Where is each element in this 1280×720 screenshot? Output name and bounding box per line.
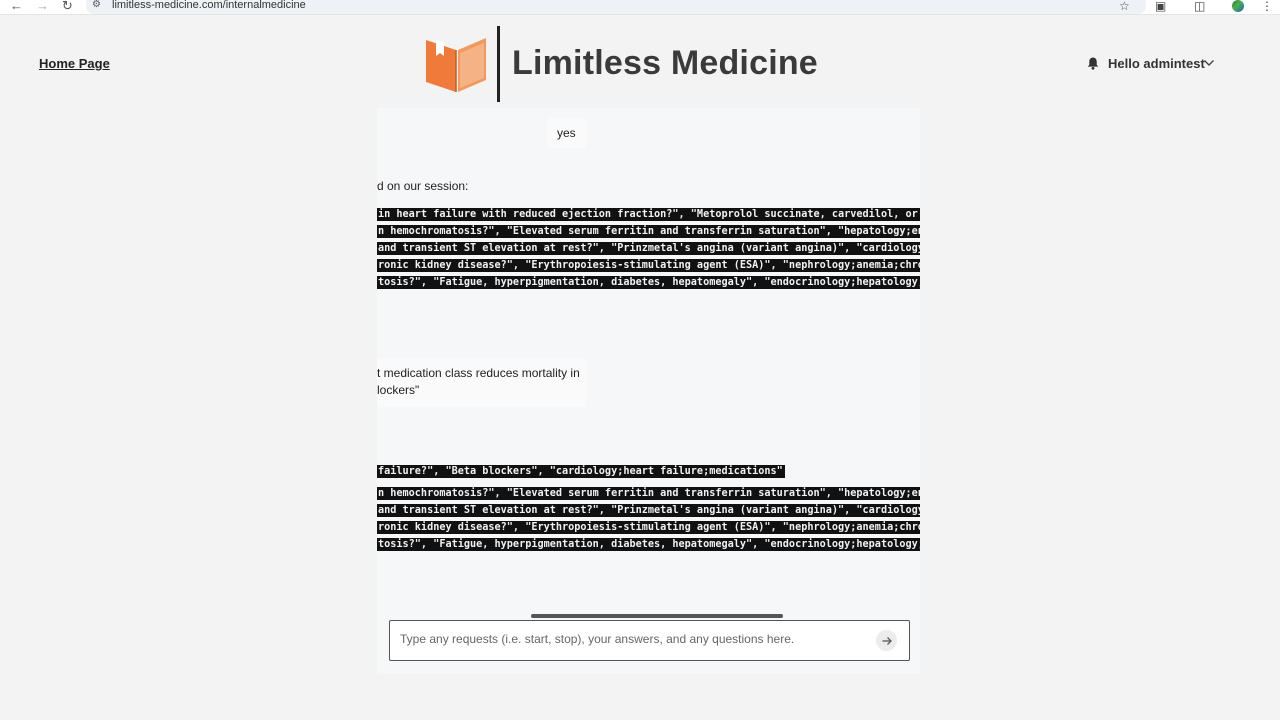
code-block-2: failure?", "Beta blockers", "cardiology;… — [377, 465, 920, 555]
code-line: and transient ST elevation at rest?", "P… — [377, 504, 920, 517]
code-line: tosis?", "Fatigue, hyperpigmentation, di… — [377, 538, 920, 551]
chat-panel[interactable]: yes d on our session: in heart failure w… — [377, 108, 920, 674]
code-line: ronic kidney disease?", "Erythropoiesis-… — [377, 259, 920, 272]
horizontal-scrollbar[interactable] — [531, 614, 783, 618]
user-greeting[interactable]: Hello admintest — [1108, 56, 1205, 71]
back-arrow-icon[interactable]: ← — [10, 0, 23, 13]
chat-input-container[interactable] — [389, 620, 910, 661]
open-book-icon — [426, 38, 486, 92]
user-message: yes — [547, 118, 586, 148]
question-line: lockers" — [377, 383, 420, 397]
assistant-question-bubble: t medication class reduces mortality in … — [377, 358, 586, 407]
assistant-message: d on our session: — [377, 179, 469, 193]
address-bar[interactable]: ⚙ limitless-medicine.com/internalmedicin… — [86, 0, 1146, 14]
send-button[interactable] — [876, 630, 897, 651]
code-line: n hemochromatosis?", "Elevated serum fer… — [377, 487, 920, 500]
code-line: in heart failure with reduced ejection f… — [377, 208, 920, 221]
send-arrow-icon — [882, 636, 892, 645]
question-line: t medication class reduces mortality in — [377, 366, 580, 380]
code-line: n hemochromatosis?", "Elevated serum fer… — [377, 225, 920, 238]
home-page-link[interactable]: Home Page — [39, 56, 110, 71]
chat-input[interactable] — [400, 632, 860, 646]
chevron-down-icon[interactable] — [1203, 58, 1215, 68]
forward-arrow-icon[interactable]: → — [36, 0, 49, 13]
reload-icon[interactable]: ↻ — [62, 0, 73, 13]
bell-icon[interactable] — [1087, 57, 1099, 70]
brand-name[interactable]: Limitless Medicine — [512, 44, 818, 83]
bookmark-star-icon[interactable]: ☆ — [1119, 0, 1130, 13]
site-info-icon[interactable]: ⚙ — [92, 0, 101, 10]
url-text[interactable]: limitless-medicine.com/internalmedicine — [112, 0, 306, 11]
code-line: ronic kidney disease?", "Erythropoiesis-… — [377, 521, 920, 534]
cast-icon[interactable]: ◫ — [1194, 0, 1205, 13]
code-block-1: in heart failure with reduced ejection f… — [377, 208, 920, 293]
profile-avatar-icon[interactable] — [1232, 0, 1244, 12]
browser-toolbar: ← → ↻ ⚙ limitless-medicine.com/internalm… — [0, 0, 1280, 15]
extensions-icon[interactable]: ▣ — [1155, 0, 1166, 13]
code-line: and transient ST elevation at rest?", "P… — [377, 242, 920, 255]
kebab-menu-icon[interactable]: ⋮ — [1261, 0, 1273, 13]
code-line: tosis?", "Fatigue, hyperpigmentation, di… — [377, 276, 920, 289]
code-line: failure?", "Beta blockers", "cardiology;… — [377, 465, 785, 478]
logo-divider — [497, 26, 500, 102]
